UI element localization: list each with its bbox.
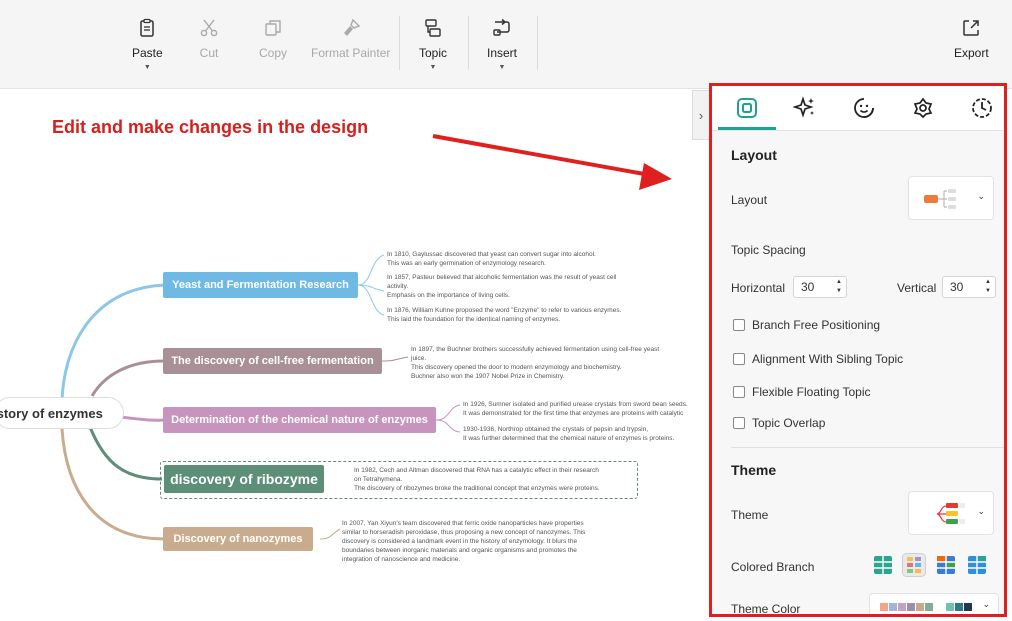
topic-chemical-nature[interactable]: Determination of the chemical nature of …: [163, 407, 436, 433]
vertical-spacing-input[interactable]: 30 ▲ ▼: [942, 276, 996, 298]
colored-branch-option-2[interactable]: [902, 553, 926, 577]
colored-branch-option-3[interactable]: [934, 553, 958, 577]
alignment-sibling-checkbox[interactable]: [733, 353, 745, 365]
note-1[interactable]: In 1810, Gaylussac discovered that yeast…: [387, 250, 596, 268]
section-divider: [731, 447, 1004, 448]
note-3[interactable]: In 1876, William Kuhne proposed the word…: [387, 306, 621, 324]
topic-yeast-fermentation[interactable]: Yeast and Fermentation Research: [163, 272, 358, 298]
branch-free-checkbox[interactable]: [733, 319, 745, 331]
branch-connector-5: [60, 428, 165, 541]
topic-overlap-checkbox[interactable]: [733, 417, 745, 429]
paste-dropdown-icon[interactable]: ▼: [144, 64, 151, 71]
chevron-down-icon: ⌄: [977, 506, 985, 516]
insert-icon: [493, 18, 510, 36]
toolbar-divider: [468, 16, 469, 70]
arrow-head-icon: [639, 163, 672, 190]
vertical-label: Vertical: [897, 281, 937, 295]
format-painter-label: Format Painter: [311, 46, 391, 60]
copy-label: Copy: [259, 46, 288, 60]
tab-clock-icon[interactable]: [970, 96, 994, 120]
chevron-down-icon: ⌄: [982, 599, 990, 609]
brush-icon: [343, 18, 360, 36]
mindmap-canvas[interactable]: Edit and make changes in the design isto…: [0, 89, 706, 621]
alignment-sibling-label: Alignment With Sibling Topic: [752, 352, 904, 366]
horizontal-spacing-input[interactable]: 30 ▲ ▼: [793, 276, 847, 298]
toolbar-divider: [399, 16, 400, 70]
theme-preview-icon: [936, 503, 965, 524]
paste-button[interactable]: Paste ▼: [132, 18, 163, 71]
topic-label: Topic: [419, 46, 448, 60]
branch-free-label: Branch Free Positioning: [752, 318, 881, 332]
note-7[interactable]: In 1982, Cech and Altman discovered that…: [354, 466, 600, 493]
export-button[interactable]: Export: [954, 18, 989, 60]
note-6[interactable]: 1930-1936, Northrop obtained the crystal…: [463, 425, 674, 443]
branch-connector-2: [90, 359, 165, 397]
cut-button[interactable]: Cut: [199, 18, 219, 60]
panel-tabs: [712, 86, 1004, 131]
insert-dropdown-icon[interactable]: ▼: [499, 64, 506, 71]
toolbar: Paste ▼ Cut Copy Format Painter Topic ▼ …: [0, 0, 1012, 89]
layout-preview-icon: [924, 189, 956, 209]
format-panel: Layout Layout ⌄ Topic Spacing Horizontal…: [709, 83, 1007, 617]
flexible-floating-label: Flexible Floating Topic: [752, 385, 871, 399]
theme-color-swatches-icon: [880, 603, 972, 611]
tab-layout-icon[interactable]: [735, 96, 759, 120]
tab-sparkle-icon[interactable]: [793, 96, 817, 120]
layout-label: Layout: [731, 193, 768, 207]
collapse-panel-button[interactable]: ›: [692, 90, 709, 140]
branch-connector-4: [88, 426, 163, 481]
layout-heading: Layout: [731, 147, 777, 163]
flexible-floating-checkbox[interactable]: [733, 386, 745, 398]
toolbar-divider: [537, 16, 538, 70]
colored-branch-label: Colored Branch: [731, 560, 815, 574]
theme-heading: Theme: [731, 462, 777, 478]
branch-connector-3: [119, 415, 165, 422]
note-8[interactable]: In 2007, Yan Xiyun's team discovered tha…: [342, 519, 585, 564]
insert-label: Insert: [487, 46, 518, 60]
theme-color-label: Theme Color: [731, 602, 801, 616]
topic-ribozyme[interactable]: discovery of ribozyme: [164, 465, 324, 493]
copy-icon: [265, 20, 281, 36]
topic-button[interactable]: Topic ▼: [419, 18, 447, 71]
topic-spacing-label: Topic Spacing: [731, 243, 806, 257]
note-4[interactable]: In 1897, the Buchner brothers successful…: [411, 345, 659, 381]
note-5[interactable]: In 1926, Sumner isolated and purified ur…: [463, 400, 688, 418]
paste-icon: [140, 18, 155, 37]
colored-branch-option-4[interactable]: [965, 553, 989, 577]
topic-dropdown-icon[interactable]: ▼: [430, 64, 437, 71]
stepper-arrows-icon[interactable]: ▲ ▼: [985, 278, 991, 296]
stepper-arrows-icon[interactable]: ▲ ▼: [836, 278, 842, 296]
copy-button[interactable]: Copy: [259, 18, 287, 60]
tab-sticker-icon[interactable]: [852, 96, 876, 120]
cut-label: Cut: [199, 46, 219, 60]
topic-cell-free-fermentation[interactable]: The discovery of cell-free fermentation: [163, 348, 382, 374]
colored-branch-option-1[interactable]: [871, 553, 895, 577]
chevron-down-icon: ⌄: [977, 191, 985, 201]
insert-button[interactable]: Insert ▼: [487, 18, 517, 71]
note-2[interactable]: In 1857, Pasteur believed that alcoholic…: [387, 273, 616, 300]
horizontal-label: Horizontal: [731, 281, 786, 295]
chevron-right-icon: ›: [698, 107, 704, 123]
topic-nanozymes[interactable]: Discovery of nanozymes: [163, 527, 313, 551]
theme-color-dropdown[interactable]: ⌄: [869, 593, 999, 614]
topic-overlap-label: Topic Overlap: [752, 416, 826, 430]
theme-dropdown[interactable]: ⌄: [908, 491, 994, 535]
layout-dropdown[interactable]: ⌄: [908, 176, 994, 220]
root-topic[interactable]: istory of enzymes: [0, 397, 124, 429]
tab-flower-icon[interactable]: [911, 96, 935, 120]
export-label: Export: [954, 46, 989, 60]
active-tab-indicator: [718, 127, 776, 130]
panel-body: Layout Layout ⌄ Topic Spacing Horizontal…: [712, 131, 1004, 616]
topic-icon: [425, 19, 441, 37]
panel-scrollbar[interactable]: [1004, 131, 1007, 617]
annotation-text: Edit and make changes in the design: [52, 117, 369, 137]
format-painter-button[interactable]: Format Painter: [311, 18, 390, 60]
paste-label: Paste: [132, 46, 163, 60]
export-icon: [963, 20, 980, 36]
theme-label: Theme: [731, 508, 769, 522]
branch-connector-1: [60, 283, 165, 401]
scissors-icon: [200, 19, 218, 37]
